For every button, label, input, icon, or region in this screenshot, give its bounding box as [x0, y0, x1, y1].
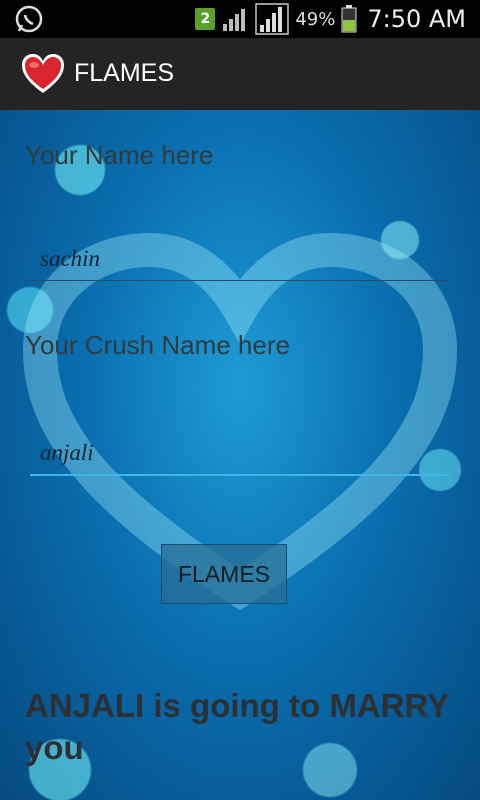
- status-indicators: 2 49% 7:50 AM: [195, 0, 466, 38]
- app-title: FLAMES: [74, 59, 175, 87]
- your-name-label: Your Name here: [25, 140, 214, 170]
- your-name-input[interactable]: [30, 242, 450, 276]
- result-text: ANJALI is going to MARRY you: [25, 687, 449, 766]
- action-bar: FLAMES: [0, 38, 480, 112]
- screen: 2 49% 7:50 AM FLAMES Your Name here sach…: [0, 0, 480, 800]
- crush-name-input[interactable]: [30, 436, 450, 470]
- main-content: Your Name here Your Crush Name here FLAM…: [0, 110, 480, 800]
- signal-icon: [223, 9, 246, 31]
- status-bar: 2 49% 7:50 AM: [0, 0, 480, 38]
- sim-icon: 2: [195, 8, 216, 30]
- flames-button[interactable]: FLAMES: [161, 544, 287, 604]
- whatsapp-icon: [14, 4, 44, 38]
- signal-icon: [255, 3, 290, 35]
- input-underline-focused: [30, 474, 450, 476]
- battery-percent: 49%: [295, 8, 336, 30]
- input-underline: [30, 280, 450, 281]
- crush-name-field[interactable]: [30, 436, 450, 476]
- crush-name-label: Your Crush Name here: [25, 330, 290, 360]
- heart-icon: [22, 54, 64, 93]
- battery-icon: [341, 5, 357, 33]
- clock: 7:50 AM: [367, 5, 466, 33]
- your-name-field[interactable]: [30, 242, 450, 282]
